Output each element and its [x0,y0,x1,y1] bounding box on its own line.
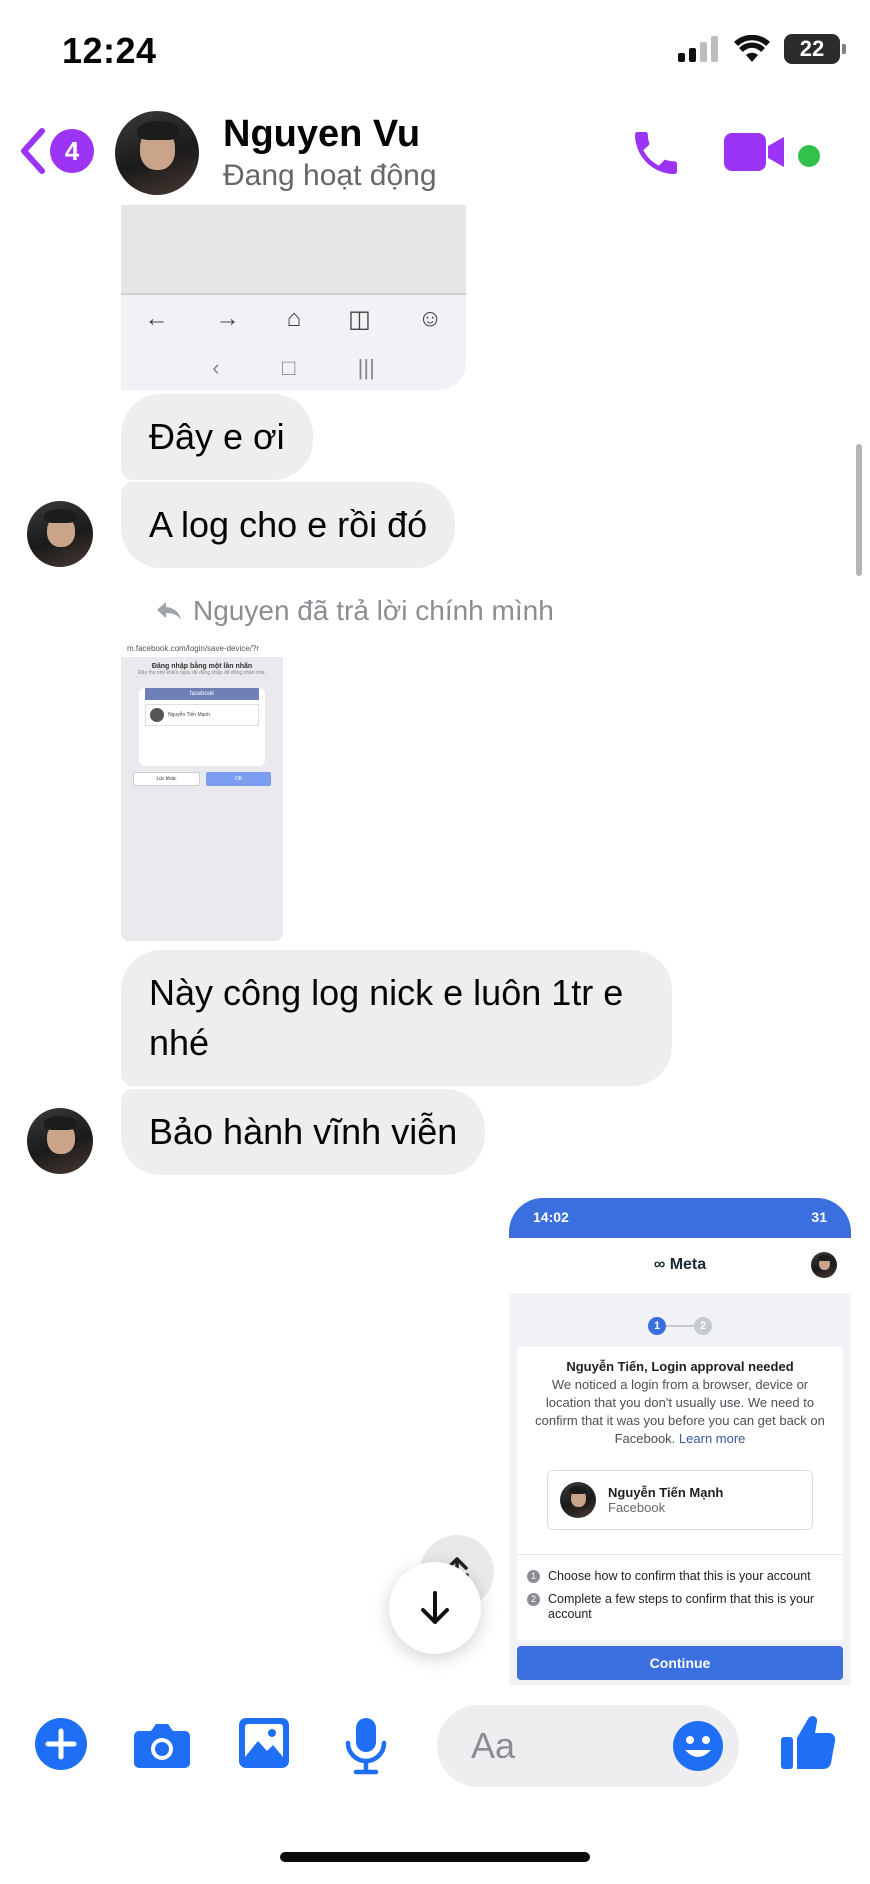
account-name: Nguyễn Tiến Mạnh [608,1485,724,1500]
video-icon[interactable] [724,129,788,175]
chat-header: 4 Nguyen Vu Đang hoạt động [0,105,870,205]
phone-icon[interactable] [628,125,684,181]
chat-thread[interactable]: ← → ⌂ ◫ ☺ ‹ □ ||| Đây e ơi A log cho e r… [0,205,870,1685]
battery-icon: 22 [784,34,846,64]
account-card: Nguyễn Tiến Mạnh Facebook [547,1470,813,1530]
contact-avatar[interactable] [115,111,199,195]
arrow-down-icon [421,1591,449,1624]
step-item: 1 Choose how to confirm that this is your… [527,1569,833,1584]
like-icon[interactable] [780,1713,836,1771]
online-indicator [798,145,820,167]
system-nav-row: ‹ □ ||| [121,355,466,381]
emoji-icon[interactable] [672,1720,724,1772]
message-bubble[interactable]: Bảo hành vĩnh viễn [121,1089,486,1175]
screenshot-card: facebook Nguyễn Tiến Mạnh [139,688,265,766]
message-bubble[interactable]: Đây e ơi [121,394,313,480]
status-time: 12:24 [62,30,157,71]
composer-bar: Aa [0,1685,870,1805]
screenshot-btn-primary: OK [206,772,271,786]
login-approval-body: We noticed a login from a browser, devic… [535,1377,825,1446]
mic-icon[interactable] [344,1717,388,1775]
sys-back-icon: ‹ [212,355,220,380]
contact-name[interactable]: Nguyen Vu [223,113,420,156]
browser-nav-row: ← → ⌂ ◫ ☺ [121,305,466,334]
meta-bar: ∞ Meta [509,1238,851,1293]
reply-note-text: Nguyen đã trả lời chính mình [193,595,554,626]
screenshot-time: 14:02 [533,1209,569,1225]
login-approval-heading: Nguyễn Tiến, Login approval needed [566,1359,794,1374]
message-bubble[interactable]: Này công log nick e luôn 1tr e nhé [121,950,672,1086]
meta-logo: ∞ Meta [653,1256,707,1273]
message-bubble[interactable]: A log cho e rồi đó [121,482,456,568]
image-attachment-top[interactable]: ← → ⌂ ◫ ☺ ‹ □ ||| [121,205,466,390]
step-indicator: 1 2 [509,1317,851,1335]
back-button[interactable]: 4 [18,127,94,175]
plus-icon[interactable] [34,1717,88,1771]
screenshot-subtitle: Đây thu nhỏ khiến ngay để đăng nhập để đ… [138,670,266,676]
status-bar: 12:24 22 [0,0,870,110]
account-sub: Facebook [608,1500,666,1515]
steps-list: 1 Choose how to confirm that this is your… [517,1554,843,1640]
account-icon: ☺ [417,305,443,332]
screenshot-brand: facebook [145,688,259,700]
scroll-to-bottom-button[interactable] [389,1562,481,1654]
screenshot-status-bar: 14:02 31 [509,1198,851,1238]
forward-arrow-icon: → [215,305,240,332]
back-chevron-icon [21,128,45,174]
step-1: 1 [648,1317,666,1335]
sender-avatar[interactable] [27,501,93,567]
screenshot-battery: 31 [811,1209,827,1225]
image-attachment-small[interactable]: m.facebook.com/login/save-device/?r Đăng… [121,641,283,941]
screenshot-account: Nguyễn Tiến Mạnh [168,712,210,718]
camera-icon[interactable] [133,1717,191,1771]
message-input-placeholder: Aa [471,1725,516,1766]
signal-icon [678,36,718,62]
screenshot-title: Đăng nhập bằng một lần nhấn [151,663,253,670]
contact-status: Đang hoạt động [223,159,437,192]
unread-badge: 4 [50,129,94,173]
home-indicator [280,1852,590,1862]
sys-recent-icon: ||| [357,355,375,380]
image-attachment-sent[interactable]: 14:02 31 ∞ Meta 1 2 Nguyễn Tiến, Login a… [509,1198,851,1685]
screenshot-profile-avatar [811,1252,837,1278]
screenshot-url: m.facebook.com/login/save-device/?r [121,641,283,657]
screenshot-avatar [150,708,164,722]
back-arrow-icon: ← [144,305,169,332]
screenshot-content [121,205,466,295]
tabs-icon: ◫ [348,306,371,333]
account-avatar [560,1482,596,1518]
screenshot-account-row: Nguyễn Tiến Mạnh [145,704,259,726]
step-line [666,1325,694,1327]
scrollbar[interactable] [856,444,862,576]
sender-avatar[interactable] [27,1108,93,1174]
screenshot-buttons: Lúc khác OK [133,772,271,786]
sys-home-icon: □ [281,355,296,380]
screenshot-btn-secondary: Lúc khác [133,772,200,786]
login-approval-card: Nguyễn Tiến, Login approval needed We no… [517,1347,843,1554]
step-item: 2 Complete a few steps to confirm that th… [527,1592,833,1622]
step-2: 2 [694,1317,712,1335]
reply-indicator: Nguyen đã trả lời chính mình [155,595,554,627]
wifi-icon [734,35,770,62]
reply-icon [157,602,181,620]
gallery-icon[interactable] [238,1717,290,1769]
home-icon: ⌂ [286,305,302,332]
continue-button-in-screenshot: Continue [517,1646,843,1680]
status-icons: 22 [678,34,846,64]
